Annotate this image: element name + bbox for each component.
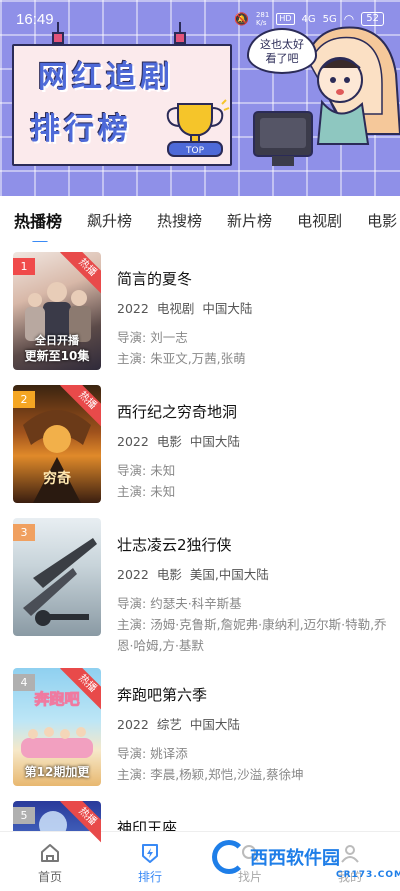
item-year: 2022 <box>117 301 149 316</box>
item-cast: 主演: 李晨,杨颖,郑恺,沙溢,蔡徐坤 <box>117 767 304 782</box>
tab-hot-search[interactable]: 热搜榜 <box>157 210 202 231</box>
item-title[interactable]: 简言的夏冬 <box>117 268 389 289</box>
item-info: 西行纪之穷奇地洞 2022 电影 中国大陆 导演: 未知 主演: 未知 <box>117 401 389 502</box>
rank-badge: 2 <box>13 391 35 408</box>
item-year: 2022 <box>117 567 149 582</box>
ranking-icon <box>142 844 158 863</box>
item-meta: 2022 电影 美国,中国大陆 <box>117 564 389 583</box>
tab-movies[interactable]: 电影 <box>367 210 397 231</box>
status-time: 16:49 <box>16 10 54 28</box>
item-cast: 主演: 未知 <box>117 484 176 499</box>
item-director: 导演: 姚译添 <box>117 746 188 761</box>
banner-title: 网红追剧 <box>38 60 174 95</box>
nav-ranking[interactable]: 排行 <box>100 832 200 891</box>
trophy-icon: TOP <box>166 99 230 157</box>
item-director: 导演: 刘一志 <box>117 330 188 345</box>
tab-new-release[interactable]: 新片榜 <box>227 210 272 231</box>
item-director: 导演: 未知 <box>117 463 176 478</box>
tab-indicator <box>32 241 48 242</box>
item-type: 综艺 <box>156 717 182 732</box>
item-year: 2022 <box>117 434 149 449</box>
rank-badge: 1 <box>13 258 35 275</box>
item-region: 中国大陆 <box>189 434 240 449</box>
poster-image[interactable]: 穷奇 2 热播 <box>13 385 101 503</box>
logo-icon <box>212 840 246 874</box>
episode-label: 第12期加更 <box>24 765 90 779</box>
list-item[interactable]: 奔跑吧 4 热播 第12期加更 奔跑吧第六季 2022 综艺 中国大陆 导演: 姚译… <box>0 668 400 801</box>
rank-badge: 3 <box>13 524 35 541</box>
poster-image[interactable]: 1 热播 全日开播 更新至10集 <box>13 252 101 370</box>
item-director: 导演: 约瑟夫·科辛斯基 <box>117 596 242 611</box>
item-meta: 2022 综艺 中国大陆 <box>117 714 389 733</box>
tab-rising[interactable]: 飙升榜 <box>87 210 132 231</box>
item-cast: 主演: 汤姆·克鲁斯,詹妮弗·康纳利,迈尔斯·特勒,乔恩·哈姆,方·基默 <box>117 617 387 653</box>
item-title[interactable]: 奔跑吧第六季 <box>117 684 389 705</box>
list-item[interactable]: 穷奇 2 热播 西行纪之穷奇地洞 2022 电影 中国大陆 导演: 未知 主演: 未… <box>0 385 400 518</box>
profile-icon <box>341 845 359 863</box>
tab-tv-series[interactable]: 电视剧 <box>297 210 342 231</box>
trophy-label: TOP <box>185 146 205 156</box>
svg-text:穷奇: 穷奇 <box>43 470 71 487</box>
rank-badge: 4 <box>13 674 35 691</box>
ranking-tabs: 热播榜 飙升榜 热搜榜 新片榜 电视剧 电影 <box>0 198 400 242</box>
poster-image[interactable]: 奔跑吧 4 热播 第12期加更 <box>13 668 101 786</box>
item-type: 电视剧 <box>156 301 195 316</box>
item-meta: 2022 电视剧 中国大陆 <box>117 298 389 317</box>
rank-badge: 5 <box>13 807 35 824</box>
tab-hot-play[interactable]: 热播榜 <box>14 208 62 242</box>
nav-home[interactable]: 首页 <box>0 832 100 891</box>
item-region: 美国,中国大陆 <box>189 567 269 582</box>
item-title[interactable]: 壮志凌云2独行侠 <box>117 534 389 555</box>
item-cast: 主演: 朱亚文,万茜,张萌 <box>117 351 246 366</box>
item-title[interactable]: 西行纪之穷奇地洞 <box>117 401 389 422</box>
list-item[interactable]: 1 热播 全日开播 更新至10集 简言的夏冬 2022 电视剧 中国大陆 导演: 刘… <box>0 252 400 385</box>
item-region: 中国大陆 <box>189 717 240 732</box>
item-region: 中国大陆 <box>202 301 253 316</box>
watermark-logo: 西西软件园 CR173.COM <box>212 840 400 880</box>
poster-overlay-text: 全日开播 <box>35 334 79 347</box>
item-info: 壮志凌云2独行侠 2022 电影 美国,中国大陆 导演: 约瑟夫·科辛斯基 主演: … <box>117 534 389 656</box>
header-banner: 16:49 🔕 281 K/s HD 4G 5G ◠ 52 网红追剧 排行榜 T… <box>0 0 400 196</box>
ranking-list: 1 热播 全日开播 更新至10集 简言的夏冬 2022 电视剧 中国大陆 导演: 刘… <box>0 252 400 891</box>
bottom-navigation: 首页 排行 找片 我的 <box>0 831 400 891</box>
item-info: 奔跑吧第六季 2022 综艺 中国大陆 导演: 姚译添 主演: 李晨,杨颖,郑恺,沙… <box>117 684 389 785</box>
item-info: 简言的夏冬 2022 电视剧 中国大陆 导演: 刘一志 主演: 朱亚文,万茜,张萌 <box>117 268 389 369</box>
speech-bubble: 这也太好 看了吧 <box>247 28 317 74</box>
pin-icon <box>174 32 186 44</box>
poster-image[interactable]: 3 <box>13 518 101 636</box>
item-type: 电影 <box>156 434 182 449</box>
mute-icon: 🔕 <box>234 12 249 26</box>
pin-icon <box>52 32 64 44</box>
list-item[interactable]: 3 壮志凌云2独行侠 2022 电影 美国,中国大陆 导演: 约瑟夫·科辛斯基 主演… <box>0 518 400 668</box>
home-icon <box>41 844 59 862</box>
item-year: 2022 <box>117 717 149 732</box>
banner-title: 排行榜 <box>30 112 132 147</box>
item-type: 电影 <box>156 567 182 582</box>
item-meta: 2022 电影 中国大陆 <box>117 431 389 450</box>
episode-label: 更新至10集 <box>24 349 90 363</box>
svg-text:奔跑吧: 奔跑吧 <box>33 690 79 708</box>
